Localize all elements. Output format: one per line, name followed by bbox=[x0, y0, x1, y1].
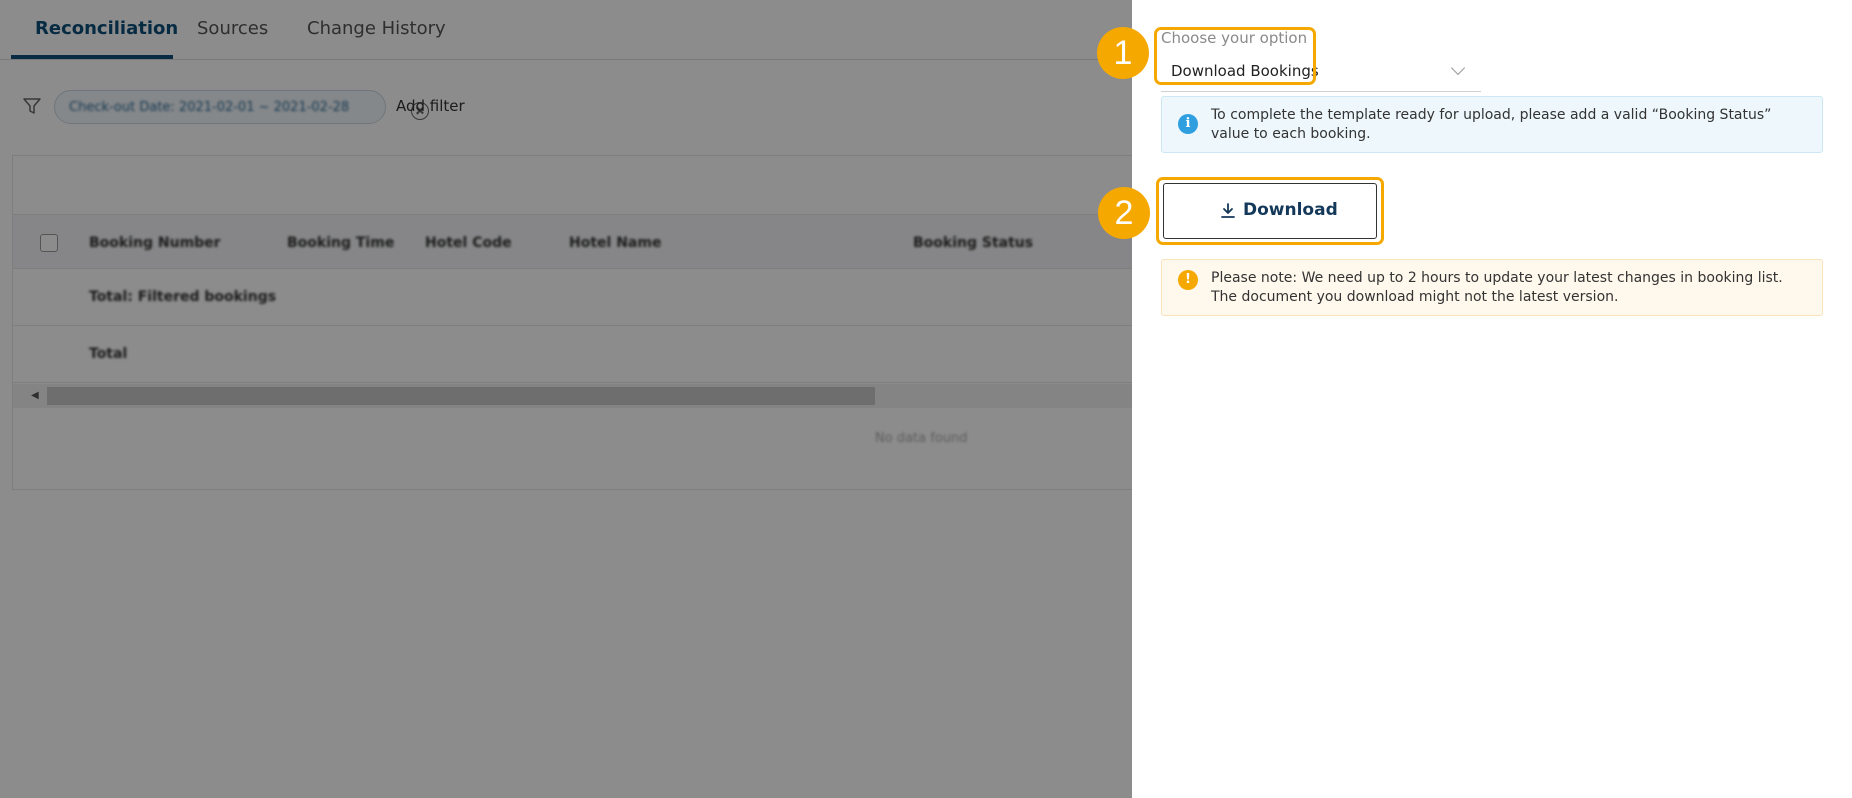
step-1-badge: 1 bbox=[1097, 27, 1149, 79]
info-alert: i To complete the template ready for upl… bbox=[1161, 96, 1823, 153]
step-2-badge: 2 bbox=[1098, 187, 1150, 239]
warning-icon: ! bbox=[1178, 270, 1198, 290]
warning-alert: ! Please note: We need up to 2 hours to … bbox=[1161, 259, 1823, 316]
download-drawer: Choose your option Download Bookings 1 i… bbox=[1097, 0, 1852, 798]
info-alert-text: To complete the template ready for uploa… bbox=[1211, 107, 1772, 142]
step-2-highlight bbox=[1156, 177, 1384, 245]
chevron-down-icon bbox=[1450, 60, 1466, 76]
step-1-highlight bbox=[1154, 27, 1316, 85]
info-icon: i bbox=[1178, 114, 1198, 134]
warning-alert-text: Please note: We need up to 2 hours to up… bbox=[1211, 270, 1783, 305]
